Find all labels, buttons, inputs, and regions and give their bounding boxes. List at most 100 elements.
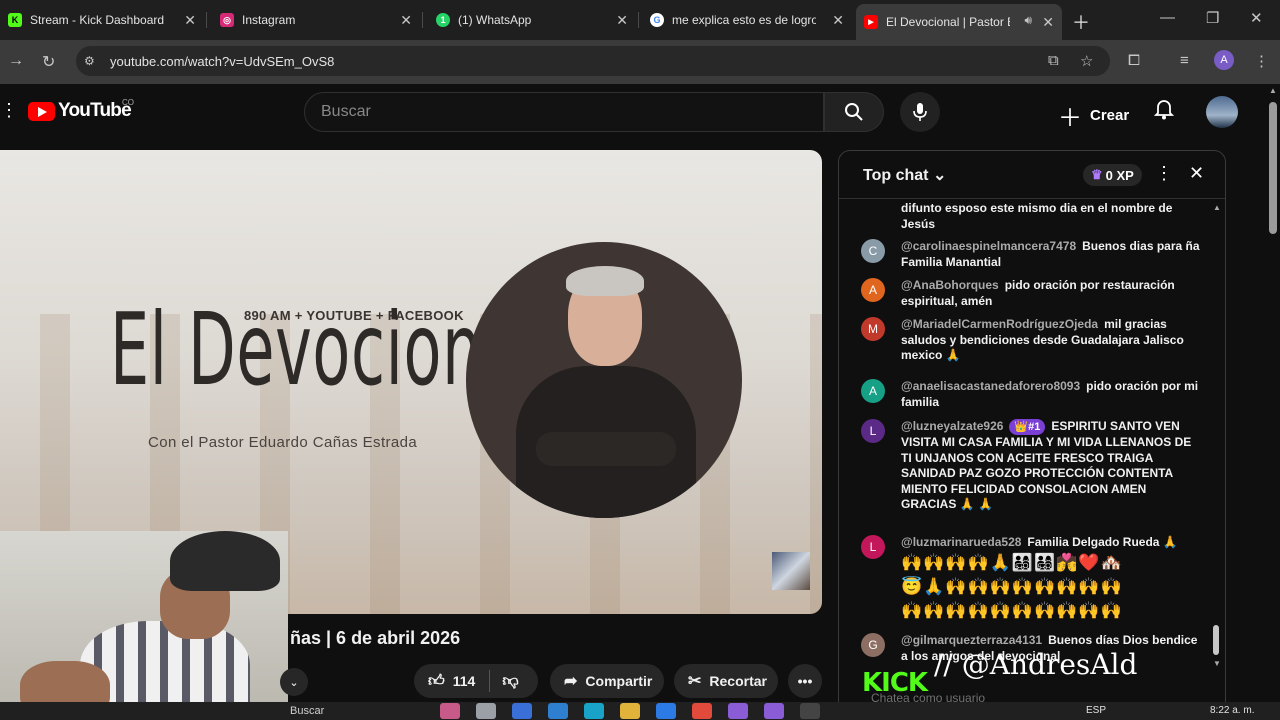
author-name[interactable]: @MariadelCarmenRodríguezOjeda [901, 317, 1098, 331]
author-name[interactable]: @gilmarquezterraza4131 [901, 633, 1042, 647]
taskbar-app-icon[interactable] [440, 703, 460, 719]
create-button[interactable]: ＋ Crear [1058, 98, 1129, 133]
close-window-icon[interactable]: ✕ [1250, 9, 1263, 27]
scroll-up-icon[interactable]: ▲ [1269, 86, 1277, 95]
close-tab-icon[interactable]: ✕ [616, 12, 628, 29]
chat-menu-icon[interactable]: ⋮ [1155, 163, 1173, 184]
media-controls-icon[interactable]: ≡ [1180, 52, 1189, 69]
portrait-arms [536, 432, 676, 466]
author-name[interactable]: @carolinaespinelmancera7478 [901, 239, 1076, 253]
store-icon[interactable] [548, 703, 568, 719]
user-avatar[interactable]: A [861, 278, 885, 302]
extensions-icon[interactable]: ⧠ [1128, 52, 1140, 69]
user-avatar[interactable]: A [861, 379, 885, 403]
channel-watermark[interactable] [772, 552, 810, 590]
reload-icon[interactable]: ↻ [42, 52, 55, 72]
chat-mode-dropdown[interactable]: Top chat ⌄ [863, 165, 946, 185]
chat-message: difunto esposo este mismo dia en el nomb… [861, 201, 1201, 232]
vscode-icon[interactable] [656, 703, 676, 719]
youtube-logo[interactable]: YouTube [28, 100, 132, 122]
browser-profile-avatar[interactable]: A [1214, 50, 1234, 70]
like-count[interactable]: 114 [453, 673, 476, 689]
tab-instagram[interactable]: ◎ Instagram ✕ [212, 6, 420, 34]
account-avatar[interactable] [1206, 96, 1238, 128]
taskbar-search[interactable]: Buscar [290, 705, 324, 717]
audio-playing-icon[interactable]: 🔊︎ [1024, 13, 1032, 28]
chevron-down-icon[interactable]: ⌄ [280, 668, 308, 696]
thumbs-down-icon[interactable]: 👎︎ [502, 672, 518, 691]
user-avatar[interactable]: G [861, 633, 885, 657]
tab-whatsapp[interactable]: 1 (1) WhatsApp ✕ [428, 6, 636, 34]
edge-icon[interactable] [584, 703, 604, 719]
microphone-icon [913, 103, 927, 121]
country-code: CO [122, 98, 134, 107]
page-scrollbar[interactable]: ▲ ▼ [1266, 84, 1280, 720]
user-avatar[interactable]: L [861, 535, 885, 559]
close-tab-icon[interactable]: ✕ [1042, 14, 1054, 31]
tab-youtube-active[interactable]: ▶ El Devocional | Pastor Ed 🔊︎ ✕ [856, 4, 1062, 40]
clip-label: Recortar [709, 673, 767, 689]
chrome-profile-icon[interactable] [728, 703, 748, 719]
more-actions-button[interactable]: ••• [788, 664, 822, 698]
close-tab-icon[interactable]: ✕ [832, 12, 844, 29]
search-input[interactable]: Buscar [304, 92, 824, 132]
copilot-icon[interactable] [512, 703, 532, 719]
notifications-bell-icon[interactable] [1153, 98, 1175, 125]
browser-toolbar: → ↻ ⚙︎ youtube.com/watch?v=UdvSEm_OvS8 ⧉… [0, 40, 1280, 84]
xp-badge[interactable]: ♛ 0 XP [1083, 164, 1142, 186]
tab-label: (1) WhatsApp [458, 13, 532, 27]
user-avatar[interactable]: L [861, 419, 885, 443]
tab-label: Stream - Kick Dashboard [30, 13, 165, 27]
obs-icon[interactable] [800, 703, 820, 719]
chat-message: M @MariadelCarmenRodríguezOjeda mil graci… [861, 317, 1201, 364]
author-name[interactable]: @AnaBohorques [901, 278, 999, 292]
chrome-icon[interactable] [692, 703, 712, 719]
new-tab-button[interactable]: ＋ [1072, 9, 1090, 35]
emoji-line: 🙌🙌🙌🙌🙏👨‍👩‍👧‍👦👨‍👩‍👧‍👦💏❤️🏘️ [901, 552, 1123, 572]
youtube-play-icon [28, 101, 55, 121]
browser-menu-icon[interactable]: ⋮ [1254, 52, 1269, 70]
bookmark-star-icon[interactable]: ☆ [1080, 52, 1093, 70]
whatsapp-icon: 1 [436, 13, 450, 27]
minimize-icon[interactable]: — [1160, 9, 1175, 26]
webcam-cap [170, 531, 280, 591]
search-button[interactable] [824, 92, 884, 132]
chevron-down-icon: ⌄ [932, 167, 947, 184]
voice-search-button[interactable] [900, 92, 940, 132]
tab-google-search[interactable]: G me explica esto es de logro ✕ [642, 6, 852, 34]
folder-icon[interactable] [620, 703, 640, 719]
thumbs-up-icon[interactable]: 👍︎ [428, 672, 445, 691]
author-name[interactable]: @luzneyalzate926 [901, 419, 1003, 433]
author-name[interactable]: @anaelisacastanedaforero8093 [901, 379, 1080, 393]
user-avatar[interactable]: C [861, 239, 885, 263]
close-chat-icon[interactable]: ✕ [1189, 163, 1204, 184]
address-bar[interactable]: ⚙︎ youtube.com/watch?v=UdvSEm_OvS8 [76, 46, 1110, 76]
install-app-icon[interactable]: ⧉ [1048, 52, 1059, 69]
clip-button[interactable]: ✂ Recortar [674, 664, 778, 698]
clock[interactable]: 8:22 a. m. [1210, 705, 1254, 716]
author-name[interactable]: @luzmarinarueda528 [901, 535, 1021, 549]
youtube-icon: ▶ [864, 15, 878, 29]
task-view-icon[interactable] [476, 703, 496, 719]
like-dislike-group: 👍︎ 114 👎︎ [414, 664, 538, 698]
scroll-up-icon[interactable]: ▲ [1213, 203, 1221, 212]
share-button[interactable]: ➦ Compartir [550, 664, 664, 698]
tab-separator [422, 12, 423, 28]
restore-icon[interactable]: ❐ [1206, 9, 1219, 27]
scroll-thumb[interactable] [1269, 102, 1277, 234]
scroll-thumb[interactable] [1213, 625, 1219, 655]
site-settings-icon[interactable]: ⚙︎ [84, 54, 98, 68]
chrome-profile-icon[interactable] [764, 703, 784, 719]
user-avatar[interactable]: M [861, 317, 885, 341]
xp-value: 0 XP [1105, 167, 1134, 183]
input-language[interactable]: ESP [1086, 705, 1106, 716]
close-tab-icon[interactable]: ✕ [400, 12, 412, 29]
close-tab-icon[interactable]: ✕ [184, 12, 196, 29]
search-placeholder: Buscar [321, 103, 371, 120]
tab-kick-dashboard[interactable]: K Stream - Kick Dashboard ✕ [0, 6, 204, 34]
forward-icon[interactable]: → [8, 52, 24, 70]
hamburger-menu-icon[interactable]: ⋮ [0, 100, 18, 121]
scroll-down-icon[interactable]: ▼ [1213, 659, 1221, 668]
chat-scrollbar[interactable]: ▲ ▼ [1211, 201, 1221, 671]
tab-label: Instagram [242, 13, 296, 27]
